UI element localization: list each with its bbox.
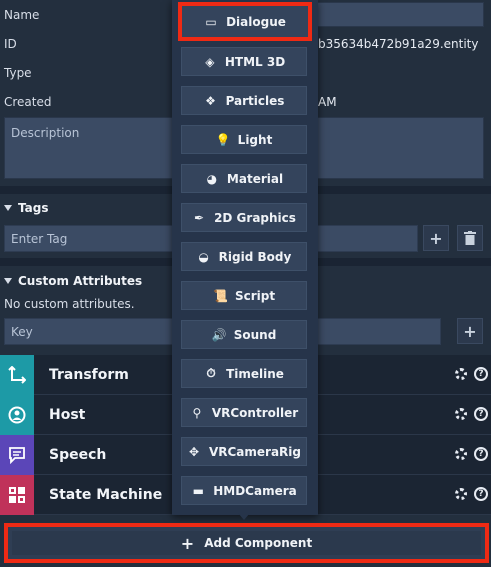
menu-item-label: VRCameraRig: [208, 444, 302, 459]
plus-icon: +: [429, 228, 443, 248]
menu-item-timeline[interactable]: ⏱ Timeline: [181, 359, 307, 388]
custom-attributes-title: Custom Attributes: [18, 274, 143, 288]
menu-item-label: HTML 3D: [224, 54, 286, 69]
host-icon: [0, 395, 34, 435]
menu-item-label: Dialogue: [226, 14, 286, 29]
help-icon[interactable]: ?: [474, 487, 488, 501]
timeline-icon: ⏱: [206, 366, 216, 380]
gear-icon[interactable]: [455, 408, 467, 420]
menu-item-html3d[interactable]: ◈ HTML 3D: [181, 47, 307, 76]
collapse-triangle-icon: [4, 205, 12, 211]
name-field[interactable]: [316, 2, 484, 27]
menu-item-vrcamerarig[interactable]: ✥ VRCameraRig: [181, 437, 307, 466]
help-icon[interactable]: ?: [474, 367, 488, 381]
material-icon: ◕: [206, 171, 218, 186]
menu-item-light[interactable]: 💡 Light: [181, 125, 307, 154]
menu-item-vrcontroller[interactable]: ⚲ VRController: [181, 398, 307, 427]
menu-item-sound[interactable]: 🔊 Sound: [181, 320, 307, 349]
collapse-triangle-icon: [4, 278, 12, 284]
menu-item-hmdcamera[interactable]: ▬ HMDCamera: [181, 476, 307, 505]
add-tag-button[interactable]: +: [423, 225, 449, 251]
speech-icon: [0, 435, 34, 475]
add-attribute-button[interactable]: +: [457, 318, 483, 344]
hmd-camera-icon: ▬: [192, 483, 204, 498]
help-icon[interactable]: ?: [474, 447, 488, 461]
vr-camera-rig-icon: ✥: [188, 444, 199, 459]
menu-item-label: Timeline: [226, 366, 284, 381]
menu-item-material[interactable]: ◕ Material: [181, 164, 307, 193]
menu-item-label: Rigid Body: [218, 249, 292, 264]
particles-icon: ❖: [205, 93, 216, 108]
component-name: Host: [49, 407, 86, 423]
delete-tag-button[interactable]: [457, 225, 483, 251]
tags-header[interactable]: Tags: [4, 201, 48, 215]
script-icon: 📜: [212, 288, 228, 303]
description-placeholder: Description: [11, 126, 80, 140]
menu-item-label: HMDCamera: [213, 483, 297, 498]
created-value: AM: [318, 95, 337, 109]
add-component-button[interactable]: + Add Component: [12, 531, 481, 555]
menu-item-dialogue[interactable]: ▭ Dialogue: [178, 2, 312, 41]
plus-icon: +: [180, 533, 195, 553]
add-component-menu: ▭ Dialogue ◈ HTML 3D ❖ Particles 💡 Light…: [172, 0, 318, 515]
add-component-label: Add Component: [204, 536, 313, 550]
menu-item-label: VRController: [211, 405, 299, 420]
created-label: Created: [4, 95, 52, 109]
menu-item-label: 2D Graphics: [214, 210, 296, 225]
menu-item-label: Light: [237, 132, 273, 147]
transform-icon: [0, 355, 34, 395]
dialogue-icon: ▭: [205, 14, 217, 29]
vr-controller-icon: ⚲: [192, 405, 202, 420]
menu-item-particles[interactable]: ❖ Particles: [181, 86, 307, 115]
tag-input-placeholder: Enter Tag: [11, 232, 68, 246]
gear-icon[interactable]: [455, 448, 467, 460]
component-name: Speech: [49, 447, 107, 463]
menu-caret: [238, 513, 250, 520]
menu-item-label: Material: [226, 171, 284, 186]
menu-item-label: Sound: [233, 327, 277, 342]
menu-item-label: Particles: [225, 93, 285, 108]
component-name: State Machine: [49, 487, 163, 503]
plus-icon: +: [463, 321, 477, 341]
id-label: ID: [4, 37, 17, 51]
gear-icon[interactable]: [455, 488, 467, 500]
menu-item-rigid-body[interactable]: ◒ Rigid Body: [181, 242, 307, 271]
pen-icon: ✒: [194, 210, 205, 225]
menu-item-script[interactable]: 📜 Script: [181, 281, 307, 310]
trash-icon: [464, 231, 476, 245]
gear-icon[interactable]: [455, 368, 467, 380]
state-machine-icon: [0, 475, 34, 515]
name-label: Name: [4, 8, 40, 22]
menu-item-label: Script: [234, 288, 276, 303]
rigid-body-icon: ◒: [198, 249, 209, 264]
custom-attributes-header[interactable]: Custom Attributes: [4, 274, 142, 288]
no-attributes-text: No custom attributes.: [4, 297, 135, 311]
sound-icon: 🔊: [211, 327, 227, 342]
id-value: b35634b472b91a29.entity: [318, 37, 479, 51]
html3d-icon: ◈: [205, 54, 215, 69]
component-name: Transform: [49, 367, 129, 383]
menu-item-2d-graphics[interactable]: ✒ 2D Graphics: [181, 203, 307, 232]
light-icon: 💡: [215, 132, 231, 147]
key-input-placeholder: Key: [11, 325, 33, 339]
add-component-highlight: + Add Component: [4, 523, 489, 563]
type-label: Type: [4, 66, 32, 80]
help-icon[interactable]: ?: [474, 407, 488, 421]
tags-title: Tags: [18, 201, 49, 215]
